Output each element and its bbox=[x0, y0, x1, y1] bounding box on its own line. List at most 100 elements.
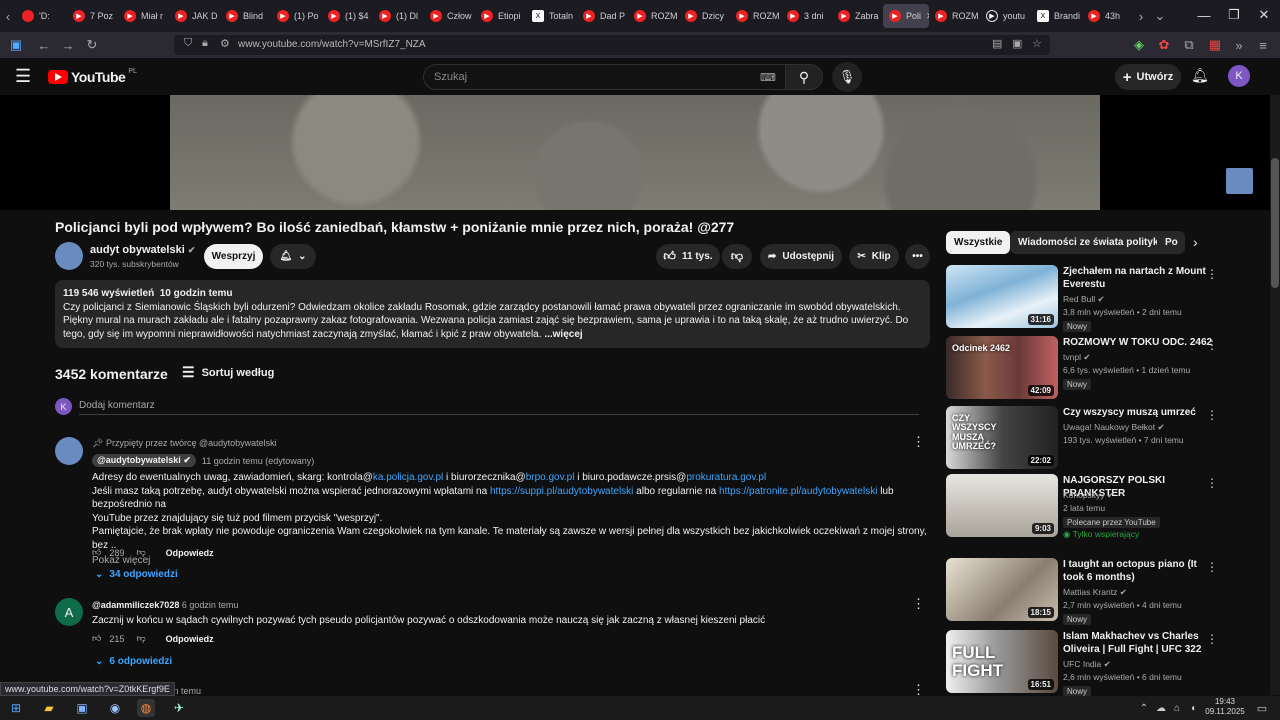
thumbs-up-icon[interactable]: 👍︎ bbox=[92, 547, 101, 558]
recommended-video[interactable]: 31:16 Zjechałem na nartach z Mount Everes… bbox=[946, 265, 1226, 332]
view-replies-button[interactable]: ⌄ 34 odpowiedzi bbox=[95, 569, 178, 580]
more-options-icon[interactable]: ⋮ bbox=[1206, 408, 1218, 422]
browser-tab[interactable]: X Totaln bbox=[526, 4, 577, 28]
browser-tab[interactable]: ▶ Człow bbox=[424, 4, 475, 28]
forward-icon[interactable]: → bbox=[57, 34, 79, 56]
start-windows-icon[interactable]: ⊞ bbox=[7, 699, 25, 717]
hamburger-menu-icon[interactable]: ≡ bbox=[1252, 34, 1274, 56]
search-input[interactable]: Szukaj ⌨ bbox=[423, 64, 786, 90]
clock[interactable]: 19:43 09.11.2025 bbox=[1205, 697, 1245, 717]
browser-tab[interactable]: ▶ Etiopi bbox=[475, 4, 526, 28]
comment-time[interactable]: 11 godzin temu (edytowany) bbox=[202, 456, 314, 466]
recommended-video[interactable]: 9:03 NAJGORSZY POLSKI PRANKSTER Konopskyy … bbox=[946, 474, 1226, 539]
video-thumbnail[interactable]: Odcinek 2462 42:09 bbox=[946, 336, 1058, 399]
comment-menu-icon[interactable]: ⋮ bbox=[912, 434, 925, 450]
email-link[interactable]: brpo.gov.pl bbox=[526, 472, 575, 483]
create-button[interactable]: + Utwórz bbox=[1115, 64, 1181, 90]
sidebar-toggle-icon[interactable]: ▣ bbox=[5, 34, 27, 56]
overflow-menu-icon[interactable]: » bbox=[1228, 34, 1250, 56]
channel-name[interactable]: audyt obywatelski ✔ bbox=[90, 244, 195, 256]
clip-button[interactable]: ✂ Klip bbox=[849, 244, 899, 269]
recommended-title[interactable]: I taught an octopus piano (It took 6 mon… bbox=[1063, 558, 1213, 584]
notifications-bell-icon[interactable]: 🔔︎ bbox=[1191, 67, 1209, 84]
comment-avatar[interactable] bbox=[55, 437, 83, 465]
permissions-icon[interactable]: ⚙ bbox=[220, 37, 230, 50]
recommended-title[interactable]: Islam Makhachev vs Charles Oliveira | Fu… bbox=[1063, 630, 1213, 656]
tab-scroll-left-icon[interactable]: ‹ bbox=[0, 5, 16, 27]
more-options-icon[interactable]: ⋮ bbox=[1206, 560, 1218, 574]
more-actions-button[interactable]: ••• bbox=[905, 244, 930, 269]
keyboard-icon[interactable]: ⌨ bbox=[760, 71, 776, 84]
browser-tab[interactable]: ▶ Miał r bbox=[118, 4, 169, 28]
suppi-link[interactable]: https://suppi.pl/audytobywatelski bbox=[490, 486, 633, 497]
video-thumbnail[interactable]: 18:15 bbox=[946, 558, 1058, 621]
comment-time[interactable]: 6 godzin temu bbox=[182, 600, 239, 610]
chip-all[interactable]: Wszystkie bbox=[946, 231, 1011, 254]
browser-tab[interactable]: ▶ ROZM bbox=[628, 4, 679, 28]
recommended-video[interactable]: Odcinek 2462 42:09 ROZMOWY W TOKU ODC. 246… bbox=[946, 336, 1226, 400]
browser-tab[interactable]: ▶ Dad P bbox=[577, 4, 628, 28]
vpn-extension-icon[interactable]: ◈ bbox=[1128, 34, 1150, 56]
sort-button[interactable]: ☰ Sortuj według bbox=[182, 364, 274, 381]
show-more-link[interactable]: Pokaż więcej bbox=[92, 554, 927, 568]
browser-tab[interactable]: ▶ Dzicy bbox=[679, 4, 730, 28]
extension-icon[interactable]: ✿ bbox=[1153, 34, 1175, 56]
tray-chevron-icon[interactable]: ⌃ bbox=[1135, 699, 1153, 717]
browser-tab[interactable]: ▶ 43h bbox=[1082, 4, 1133, 28]
more-options-icon[interactable]: ⋮ bbox=[1206, 338, 1218, 352]
patronite-link[interactable]: https://patronite.pl/audytobywatelski bbox=[719, 486, 877, 497]
chip-politics[interactable]: Wiadomości ze świata polityki bbox=[1010, 231, 1170, 254]
account-avatar[interactable]: K bbox=[1228, 65, 1250, 87]
more-options-icon[interactable]: ⋮ bbox=[1206, 267, 1218, 281]
like-button[interactable]: 👍︎ 11 tys. bbox=[656, 244, 720, 269]
email-link[interactable]: prokuratura.gov.pl bbox=[686, 472, 766, 483]
chevron-right-icon[interactable]: › bbox=[1193, 234, 1198, 250]
recommended-video[interactable]: 18:15 I taught an octopus piano (It took … bbox=[946, 558, 1226, 625]
comment-author[interactable]: @audytobywatelski ✔ bbox=[92, 454, 196, 467]
video-thumbnail[interactable]: CZY WSZYSCY MUSZĄ UMRZEĆ? 22:02 bbox=[946, 406, 1058, 469]
recommended-channel[interactable]: UFC India ✔ bbox=[1063, 659, 1111, 670]
video-thumbnail[interactable]: 9:03 bbox=[946, 474, 1058, 537]
file-explorer-icon[interactable]: ▰ bbox=[40, 699, 58, 717]
search-button[interactable]: ⚲ bbox=[785, 64, 823, 90]
recommended-channel[interactable]: Konopskyy ✔ bbox=[1063, 490, 1114, 501]
chip-more[interactable]: Po bbox=[1157, 231, 1185, 254]
browser-tab[interactable]: ▶ ROZM bbox=[929, 4, 980, 28]
bookmark-star-icon[interactable]: ☆ bbox=[1032, 37, 1042, 50]
share-button[interactable]: ➦ Udostępnij bbox=[760, 244, 842, 269]
volume-icon[interactable]: ◖ bbox=[1184, 699, 1202, 717]
browser-tab[interactable]: ▶Poli✕ bbox=[883, 4, 929, 28]
channel-watermark[interactable] bbox=[1226, 168, 1253, 194]
support-button[interactable]: Wesprzyj bbox=[204, 244, 263, 269]
more-options-icon[interactable]: ⋮ bbox=[1206, 632, 1218, 646]
comment-menu-icon[interactable]: ⋮ bbox=[912, 596, 925, 612]
guide-menu-icon[interactable]: ☰ bbox=[15, 66, 31, 87]
minimize-icon[interactable]: — bbox=[1189, 0, 1219, 30]
restore-icon[interactable]: ❐ bbox=[1219, 0, 1249, 30]
tab-scroll-right-icon[interactable]: › bbox=[1133, 5, 1149, 27]
badge-extension-icon[interactable]: ▦ bbox=[1204, 34, 1226, 56]
lock-icon[interactable]: 🔒︎ bbox=[202, 37, 208, 50]
save-page-icon[interactable]: ▣ bbox=[1012, 37, 1022, 50]
comment-avatar[interactable]: A bbox=[55, 598, 83, 626]
recommended-channel[interactable]: tvnpl ✔ bbox=[1063, 352, 1090, 363]
reload-icon[interactable]: ↻ bbox=[81, 34, 103, 56]
recommended-title[interactable]: Zjechałem na nartach z Mount Everestu bbox=[1063, 265, 1213, 291]
dislike-button[interactable]: 👎︎ bbox=[722, 244, 752, 269]
comment-author[interactable]: @adammiliczek7028 bbox=[92, 600, 179, 610]
more-options-icon[interactable]: ⋮ bbox=[1206, 476, 1218, 490]
recommended-video[interactable]: FULL FIGHT 16:51 Islam Makhachev vs Charle… bbox=[946, 630, 1226, 697]
channel-avatar[interactable] bbox=[55, 242, 83, 270]
youtube-logo[interactable]: YouTube PL bbox=[48, 68, 137, 85]
reply-button[interactable]: Odpowiedz bbox=[166, 548, 214, 558]
recommended-title[interactable]: ROZMOWY W TOKU ODC. 2462 bbox=[1063, 336, 1213, 349]
thumbs-up-icon[interactable]: 👍︎ bbox=[92, 633, 101, 644]
firefox-icon[interactable]: ◍ bbox=[137, 699, 155, 717]
browser-tab[interactable]: ▶ (1) Dl bbox=[373, 4, 424, 28]
browser-tab[interactable]: ▶ 3 dni bbox=[781, 4, 832, 28]
browser-tab[interactable]: ▶ (1) $4 bbox=[322, 4, 373, 28]
add-comment-input[interactable]: Dodaj komentarz bbox=[79, 400, 919, 415]
recommended-title[interactable]: Czy wszyscy muszą umrzeć bbox=[1063, 406, 1213, 419]
reply-button[interactable]: Odpowiedz bbox=[166, 634, 214, 644]
page-scrollbar-thumb[interactable] bbox=[1271, 158, 1279, 288]
